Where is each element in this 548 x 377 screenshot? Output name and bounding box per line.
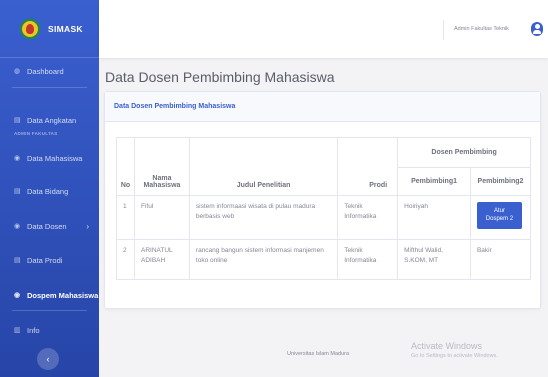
cell-prodi: Teknik Informatika xyxy=(337,239,399,280)
folder-icon: ▤ xyxy=(14,257,21,264)
sidebar-item-label: Data Dosen xyxy=(27,221,67,231)
data-card: Data Dosen Pembimbing Mahasiswa No Nama … xyxy=(104,91,541,309)
sidebar-heading: ADMIN FAKULTAS xyxy=(14,131,58,136)
topbar: Admin Fakultas Teknik xyxy=(99,0,548,58)
cell-nama: Fiful xyxy=(133,195,190,240)
sidebar-item-data-bidang[interactable]: ▤ Data Bidang xyxy=(0,184,99,198)
chevron-right-icon: › xyxy=(86,221,89,231)
card-header: Data Dosen Pembimbing Mahasiswa xyxy=(105,92,540,122)
sidebar-toggle-button[interactable]: ‹ xyxy=(37,348,59,370)
sidebar-item-label: Data Angkatan xyxy=(27,115,77,125)
cell-pembimbing2: Atur Dospem 2 xyxy=(469,195,532,240)
page-title: Data Dosen Pembimbing Mahasiswa xyxy=(105,69,335,85)
sidebar-item-label: Data Prodi xyxy=(27,255,63,265)
sidebar-item-label: Data Bidang xyxy=(27,186,69,196)
sidebar-item-info[interactable]: ▥ Info xyxy=(0,323,99,337)
table-row: 1 Fiful sistem informaasi wisata di pula… xyxy=(116,195,532,240)
sidebar-item-data-prodi[interactable]: ▤ Data Prodi xyxy=(0,253,99,267)
column-header-dosen-pembimbing: Dosen Pembimbing xyxy=(397,137,531,168)
user-avatar-icon[interactable] xyxy=(531,22,543,36)
dospem-table: No Nama Mahasiswa Judul Penelitian Prodi… xyxy=(116,137,532,280)
sidebar-item-data-mahasiswa[interactable]: ◉ Data Mahasiswa xyxy=(0,151,99,165)
users-icon: ◉ xyxy=(14,155,21,162)
brand-name: SIMASK xyxy=(48,23,83,34)
users-icon: ◉ xyxy=(14,223,21,230)
sidebar-item-label: Dashboard xyxy=(27,66,64,76)
column-header-nama: Nama Mahasiswa xyxy=(133,137,190,196)
sidebar-item-label: Info xyxy=(27,325,40,335)
column-header-pembimbing1: Pembimbing1 xyxy=(397,167,471,196)
sidebar-item-dospem-mahasiswa[interactable]: ◉ Dospem Mahasiswa xyxy=(0,288,99,302)
column-header-judul: Judul Penelitian xyxy=(188,137,339,196)
cell-pembimbing2: Bakir xyxy=(469,239,532,280)
column-header-prodi: Prodi xyxy=(337,137,399,196)
sidebar-divider xyxy=(12,310,87,311)
cell-pembimbing1: Mifthul Walid, S.KOM, MT xyxy=(397,239,471,280)
sidebar-divider xyxy=(12,87,87,88)
footer: Universitas Islam Madura Activate Window… xyxy=(99,339,548,377)
sidebar-item-data-angkatan[interactable]: ▤ Data Angkatan xyxy=(0,113,99,127)
cell-nama: ARINATUL ADIBAH xyxy=(133,239,190,280)
university-logo-icon xyxy=(20,18,40,39)
folder-icon: ▤ xyxy=(14,188,21,195)
users-icon: ◉ xyxy=(14,292,21,299)
cell-prodi: Teknik Informatika xyxy=(337,195,399,240)
dashboard-icon: ◍ xyxy=(14,68,21,75)
activate-windows-title: Activate Windows xyxy=(411,341,483,351)
atur-dospem-button[interactable]: Atur Dospem 2 xyxy=(476,202,522,229)
sidebar-item-label: Data Mahasiswa xyxy=(27,153,83,163)
footer-text: Universitas Islam Madura xyxy=(287,351,350,357)
cell-judul: sistem informaasi wisata di pulau madura… xyxy=(188,195,339,240)
folder-icon: ▤ xyxy=(14,117,21,124)
cell-no: 2 xyxy=(116,239,135,280)
column-header-pembimbing2: Pembimbing2 xyxy=(469,167,532,196)
cell-pembimbing1: Hoiriyah xyxy=(397,195,471,240)
sidebar-item-dashboard[interactable]: ◍ Dashboard xyxy=(0,64,99,78)
sidebar-item-label: Dospem Mahasiswa xyxy=(27,290,99,300)
file-icon: ▥ xyxy=(14,327,21,334)
brand[interactable]: SIMASK xyxy=(0,0,99,58)
sidebar: SIMASK ◍ Dashboard ▤ Data Angkatan ADMIN… xyxy=(0,0,99,377)
sidebar-item-data-dosen[interactable]: ◉ Data Dosen › xyxy=(0,219,99,233)
cell-judul: rancang bangun sistem informasi manjemen… xyxy=(188,239,339,280)
table-row: 2 ARINATUL ADIBAH rancang bangun sistem … xyxy=(116,239,532,280)
cell-no: 1 xyxy=(116,195,135,240)
activate-windows-subtitle: Go to Settings to activate Windows. xyxy=(411,353,498,359)
topbar-divider xyxy=(443,20,444,40)
user-name[interactable]: Admin Fakultas Teknik xyxy=(454,26,509,32)
column-header-no: No xyxy=(116,137,135,196)
